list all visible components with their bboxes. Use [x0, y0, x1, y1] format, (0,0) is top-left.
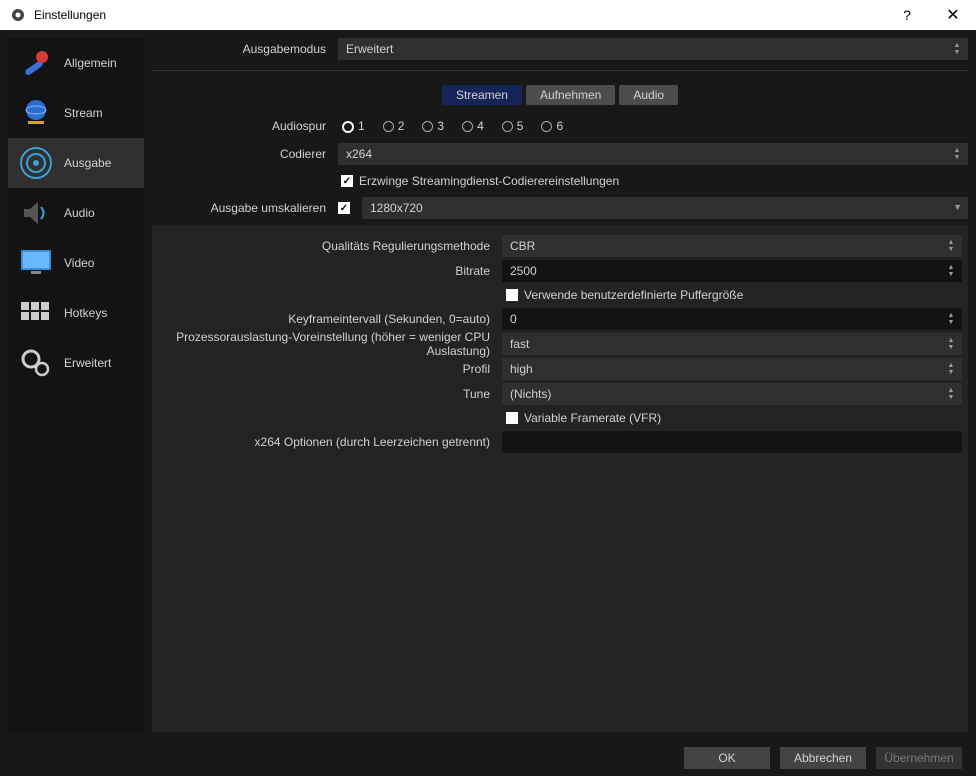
sidebar-item-label: Stream — [64, 106, 103, 120]
sidebar-item-label: Erweitert — [64, 356, 111, 370]
cancel-button[interactable]: Abbrechen — [780, 747, 866, 769]
checkbox-icon — [506, 289, 518, 301]
sidebar-item-label: Audio — [64, 206, 95, 220]
sidebar-item-audio[interactable]: Audio — [8, 188, 144, 238]
sidebar-item-label: Ausgabe — [64, 156, 111, 170]
checkbox-icon — [341, 175, 353, 187]
audiotrack-radio-group: 1 2 3 4 5 6 — [338, 119, 563, 133]
tab-recording[interactable]: Aufnehmen — [526, 85, 615, 105]
keyboard-icon — [18, 295, 54, 331]
custom-buffer-checkbox[interactable]: Verwende benutzerdefinierte Puffergröße — [506, 285, 962, 305]
apply-button: Übernehmen — [876, 747, 962, 769]
output-mode-label: Ausgabemodus — [152, 42, 332, 56]
spinner-icon: ▲▼ — [944, 262, 958, 280]
sidebar-item-video[interactable]: Video — [8, 238, 144, 288]
globe-icon — [18, 95, 54, 131]
titlebar: Einstellungen ? ✕ — [0, 0, 976, 30]
output-mode-select[interactable]: Erweitert ▲▼ — [338, 38, 968, 60]
rate-control-select[interactable]: CBR ▲▼ — [502, 235, 962, 257]
ok-button[interactable]: OK — [684, 747, 770, 769]
audiotrack-radio-5[interactable]: 5 — [502, 119, 524, 133]
tab-audio[interactable]: Audio — [619, 85, 678, 105]
sidebar-item-general[interactable]: Allgemein — [8, 38, 144, 88]
tune-select[interactable]: (Nichts) ▲▼ — [502, 383, 962, 405]
spinner-icon: ▲▼ — [950, 145, 964, 163]
sidebar-item-label: Allgemein — [64, 56, 117, 70]
vfr-checkbox[interactable]: Variable Framerate (VFR) — [506, 408, 962, 428]
broadcast-icon — [18, 145, 54, 181]
tab-streaming[interactable]: Streamen — [442, 85, 522, 105]
speaker-icon — [18, 195, 54, 231]
audiotrack-radio-6[interactable]: 6 — [541, 119, 563, 133]
close-icon[interactable]: ✕ — [930, 0, 976, 30]
rescale-select[interactable]: 1280x720 ▼ — [362, 197, 968, 219]
audiotrack-radio-2[interactable]: 2 — [383, 119, 405, 133]
checkbox-icon — [506, 412, 518, 424]
bitrate-label: Bitrate — [158, 264, 496, 278]
sidebar-item-stream[interactable]: Stream — [8, 88, 144, 138]
x264opts-label: x264 Optionen (durch Leerzeichen getrenn… — [158, 435, 496, 449]
sidebar-item-advanced[interactable]: Erweitert — [8, 338, 144, 388]
keyframe-label: Keyframeintervall (Sekunden, 0=auto) — [158, 312, 496, 326]
sidebar-item-hotkeys[interactable]: Hotkeys — [8, 288, 144, 338]
spinner-icon: ▲▼ — [944, 335, 958, 353]
dialog-footer: OK Abbrechen Übernehmen — [0, 740, 976, 776]
spinner-icon: ▲▼ — [944, 360, 958, 378]
monitor-icon — [18, 245, 54, 281]
spinner-icon: ▲▼ — [944, 310, 958, 328]
app-icon — [10, 7, 26, 23]
rate-control-label: Qualitäts Regulierungsmethode — [158, 239, 496, 253]
tune-label: Tune — [158, 387, 496, 401]
rescale-checkbox[interactable] — [338, 202, 350, 214]
x264opts-input[interactable] — [502, 431, 962, 453]
chevron-down-icon: ▼ — [953, 202, 962, 212]
spinner-icon: ▲▼ — [950, 40, 964, 58]
profile-select[interactable]: high ▲▼ — [502, 358, 962, 380]
profile-label: Profil — [158, 362, 496, 376]
preset-label: Prozessorauslastung-Voreinstellung (höhe… — [158, 330, 496, 358]
enforce-encoder-checkbox[interactable]: Erzwinge Streamingdienst-Codierereinstel… — [341, 171, 968, 191]
keyframe-input[interactable]: 0 ▲▼ — [502, 308, 962, 330]
audiotrack-radio-3[interactable]: 3 — [422, 119, 444, 133]
preset-select[interactable]: fast ▲▼ — [502, 333, 962, 355]
sidebar: Allgemein Stream Ausgabe Audio Video Hot… — [8, 38, 144, 732]
sidebar-item-output[interactable]: Ausgabe — [8, 138, 144, 188]
sidebar-item-label: Hotkeys — [64, 306, 107, 320]
output-tabs: Streamen Aufnehmen Audio — [152, 85, 968, 105]
spinner-icon: ▲▼ — [944, 237, 958, 255]
window-title: Einstellungen — [34, 8, 884, 22]
rescale-label: Ausgabe umskalieren — [152, 201, 332, 215]
audiotrack-radio-4[interactable]: 4 — [462, 119, 484, 133]
encoder-label: Codierer — [152, 147, 332, 161]
bitrate-input[interactable]: 2500 ▲▼ — [502, 260, 962, 282]
spinner-icon: ▲▼ — [944, 385, 958, 403]
sidebar-item-label: Video — [64, 256, 94, 270]
divider — [152, 70, 968, 71]
audiotrack-label: Audiospur — [152, 119, 332, 133]
encoder-select[interactable]: x264 ▲▼ — [338, 143, 968, 165]
encoder-settings-panel: Qualitäts Regulierungsmethode CBR ▲▼ Bit… — [152, 225, 968, 732]
wrench-icon — [18, 45, 54, 81]
gears-icon — [18, 345, 54, 381]
help-icon[interactable]: ? — [884, 0, 930, 30]
audiotrack-radio-1[interactable]: 1 — [342, 119, 365, 133]
